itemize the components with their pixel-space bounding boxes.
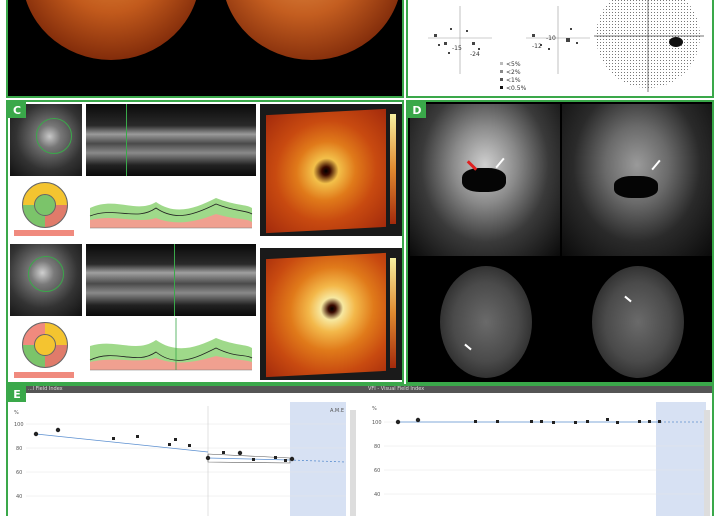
- vfi-left-header: ...l Field Index: [28, 386, 63, 392]
- left-ytick-80: 80: [16, 446, 22, 452]
- mri-panel: D: [406, 100, 714, 384]
- vfi-points-right: [395, 417, 661, 425]
- panel-label-e: E: [8, 386, 26, 402]
- panel-label-c: C: [8, 102, 26, 118]
- visual-field-panel: -15 -24 -12 -10 <5% <2% <1% <0.5%: [406, 0, 714, 98]
- vf-value-1: -15: [452, 45, 462, 52]
- oct-panel: C: [6, 100, 404, 384]
- vf-value-3: -12: [532, 43, 542, 50]
- rnfl-sector-chart-top: [10, 178, 82, 240]
- mri-axial-flair-left: [410, 258, 560, 382]
- right-ytick-60: 60: [374, 468, 380, 474]
- rnfl-profile-chart-top: [86, 178, 256, 240]
- vf-legend: <5% <2% <1% <0.5%: [500, 61, 527, 92]
- vfi-header-bar: [8, 386, 712, 393]
- right-axis-label: %: [372, 406, 377, 412]
- vf-blind-spot: [669, 37, 683, 47]
- left-ytick-100: 100: [14, 422, 24, 428]
- left-ytick-40: 40: [16, 494, 22, 500]
- mri-coronal-t2: [410, 104, 560, 256]
- right-ytick-80: 80: [374, 444, 380, 450]
- rnfl-sector-chart-bottom: [10, 318, 82, 382]
- fundus-photo-panel: [6, 0, 404, 98]
- macular-thickness-map-top: [260, 104, 402, 236]
- oct-bscan-top: [86, 104, 256, 176]
- visual-field-plots: -15 -24 -12 -10 <5% <2% <1% <0.5%: [428, 0, 704, 92]
- vf-value-2: -24: [470, 51, 480, 58]
- oct-fundus-thumbnail-bottom: [10, 244, 82, 316]
- vfi-points-left: [33, 427, 295, 462]
- fundus-image-right-eye: [22, 0, 200, 60]
- vf-legend-2: <2%: [506, 69, 521, 76]
- right-ytick-40: 40: [374, 492, 380, 498]
- vfi-trend-panel: E ...l Field Index VFI - Visual Field In…: [6, 384, 714, 516]
- rnfl-profile-chart-bottom: [86, 318, 256, 382]
- vf-value-4: -10: [546, 35, 556, 42]
- vfi-chart-right: % 100 80 60 40: [372, 402, 710, 516]
- macular-thickness-map-bottom: [260, 248, 402, 380]
- vfi-chart-left: % 100 80 60 40 A.M.E: [14, 402, 356, 516]
- left-axis-label: %: [14, 410, 19, 416]
- mri-coronal-t1: [562, 104, 712, 256]
- right-ytick-100: 100: [372, 420, 382, 426]
- left-ytick-60: 60: [16, 470, 22, 476]
- vf-legend-05: <0.5%: [506, 85, 527, 92]
- vfi-right-header: VFI - Visual Field Index: [368, 386, 425, 392]
- left-marker: A.M.E: [330, 408, 344, 414]
- fundus-image-left-eye: [222, 0, 402, 60]
- vf-legend-5: <5%: [506, 61, 521, 68]
- mri-axial-flair-right: [562, 258, 712, 382]
- vf-legend-1: <1%: [506, 77, 521, 84]
- oct-bscan-bottom: [86, 244, 256, 316]
- panel-label-d: D: [408, 102, 426, 118]
